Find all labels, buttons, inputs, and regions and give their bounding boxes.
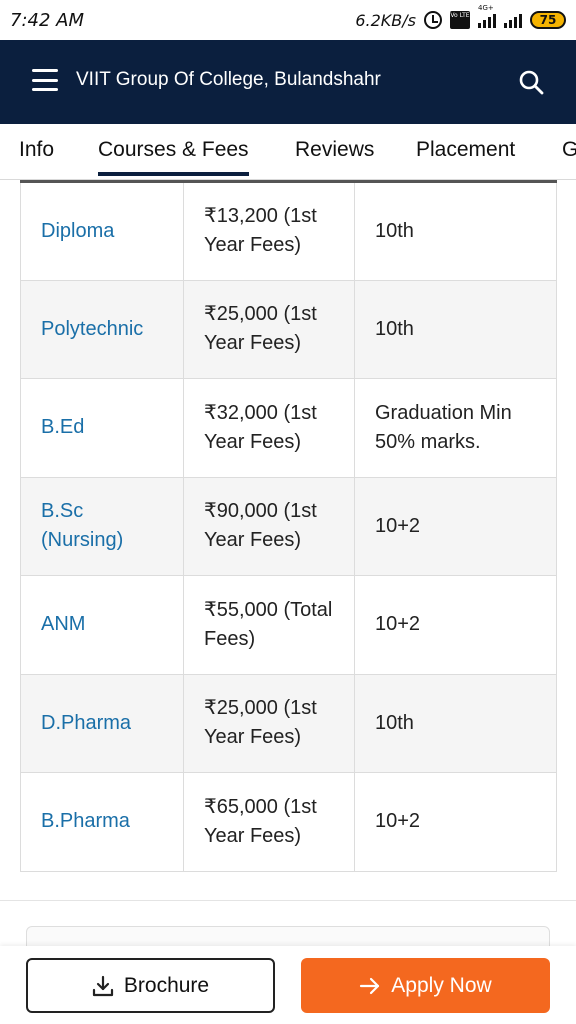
course-name-link[interactable]: Polytechnic (20, 279, 184, 379)
alarm-icon (424, 11, 442, 29)
table-row: B.Pharma ₹65,000 (1st Year Fees) 10+2 (20, 772, 557, 872)
tab-reviews[interactable]: Reviews (295, 138, 374, 162)
table-row: B.Sc (Nursing) ₹90,000 (1st Year Fees) 10+… (20, 476, 557, 576)
course-eligibility: 10+2 (354, 575, 557, 675)
course-eligibility: 10th (354, 673, 557, 773)
course-fee: ₹25,000 (1st Year Fees) (183, 673, 355, 773)
signal-icon (504, 12, 522, 28)
table-row: ANM ₹55,000 (Total Fees) 10+2 (20, 575, 557, 675)
signal-4g-icon: 4G+ (478, 4, 496, 28)
bottom-action-bar: Brochure Apply Now (0, 946, 576, 1024)
status-icons: 6.2KB/s Vo LTE 4G+ 75 (355, 4, 566, 30)
course-name-link[interactable]: B.Pharma (20, 772, 184, 872)
section-divider (0, 900, 576, 901)
course-name-link[interactable]: Diploma (20, 180, 184, 281)
apply-now-button-label: Apply Now (391, 973, 492, 997)
course-eligibility: 10th (354, 180, 557, 281)
table-row: Polytechnic ₹25,000 (1st Year Fees) 10th (20, 279, 557, 379)
course-name-link[interactable]: D.Pharma (20, 673, 184, 773)
volte-icon: Vo LTE (450, 11, 470, 29)
arrow-right-icon (360, 977, 380, 994)
course-eligibility: 10+2 (354, 476, 557, 576)
course-fee: ₹55,000 (Total Fees) (183, 575, 355, 675)
network-speed: 6.2KB/s (355, 10, 416, 30)
tab-more[interactable]: G (562, 138, 576, 162)
status-time: 7:42 AM (10, 9, 84, 31)
table-row: B.Ed ₹32,000 (1st Year Fees) Graduation Mi… (20, 378, 557, 478)
status-bar: 7:42 AM 6.2KB/s Vo LTE 4G+ 75 (0, 0, 576, 40)
courses-fees-table: Diploma ₹13,200 (1st Year Fees) 10th Polyte… (20, 180, 557, 872)
brochure-button-label: Brochure (123, 973, 210, 997)
course-fee: ₹65,000 (1st Year Fees) (183, 772, 355, 872)
tab-bar: Info Courses & Fees Reviews Placement G (0, 124, 576, 180)
tab-info[interactable]: Info (19, 138, 54, 162)
search-icon[interactable] (518, 69, 544, 95)
course-name-link[interactable]: B.Ed (20, 378, 184, 478)
network-type-label: 4G+ (478, 4, 494, 12)
course-name-link[interactable]: B.Sc (Nursing) (20, 476, 184, 576)
course-fee: ₹25,000 (1st Year Fees) (183, 279, 355, 379)
course-fee: ₹32,000 (1st Year Fees) (183, 378, 355, 478)
brochure-button[interactable]: Brochure (26, 958, 275, 1013)
course-fee: ₹90,000 (1st Year Fees) (183, 476, 355, 576)
hamburger-menu-icon[interactable] (32, 69, 58, 91)
course-name-link[interactable]: ANM (20, 575, 184, 675)
battery-icon: 75 (530, 11, 566, 29)
app-header: VIIT Group Of College, Bulandshahr (0, 40, 576, 124)
course-eligibility: 10+2 (354, 772, 557, 872)
download-icon (92, 975, 113, 996)
page-title: VIIT Group Of College, Bulandshahr (76, 69, 381, 90)
table-row: D.Pharma ₹25,000 (1st Year Fees) 10th (20, 673, 557, 773)
course-fee: ₹13,200 (1st Year Fees) (183, 180, 355, 281)
course-eligibility: 10th (354, 279, 557, 379)
tab-placement[interactable]: Placement (416, 138, 515, 162)
apply-now-button[interactable]: Apply Now (301, 958, 550, 1013)
tab-courses-fees[interactable]: Courses & Fees (98, 138, 249, 176)
table-row: Diploma ₹13,200 (1st Year Fees) 10th (20, 180, 557, 281)
course-eligibility: Graduation Min 50% marks. (354, 378, 557, 478)
